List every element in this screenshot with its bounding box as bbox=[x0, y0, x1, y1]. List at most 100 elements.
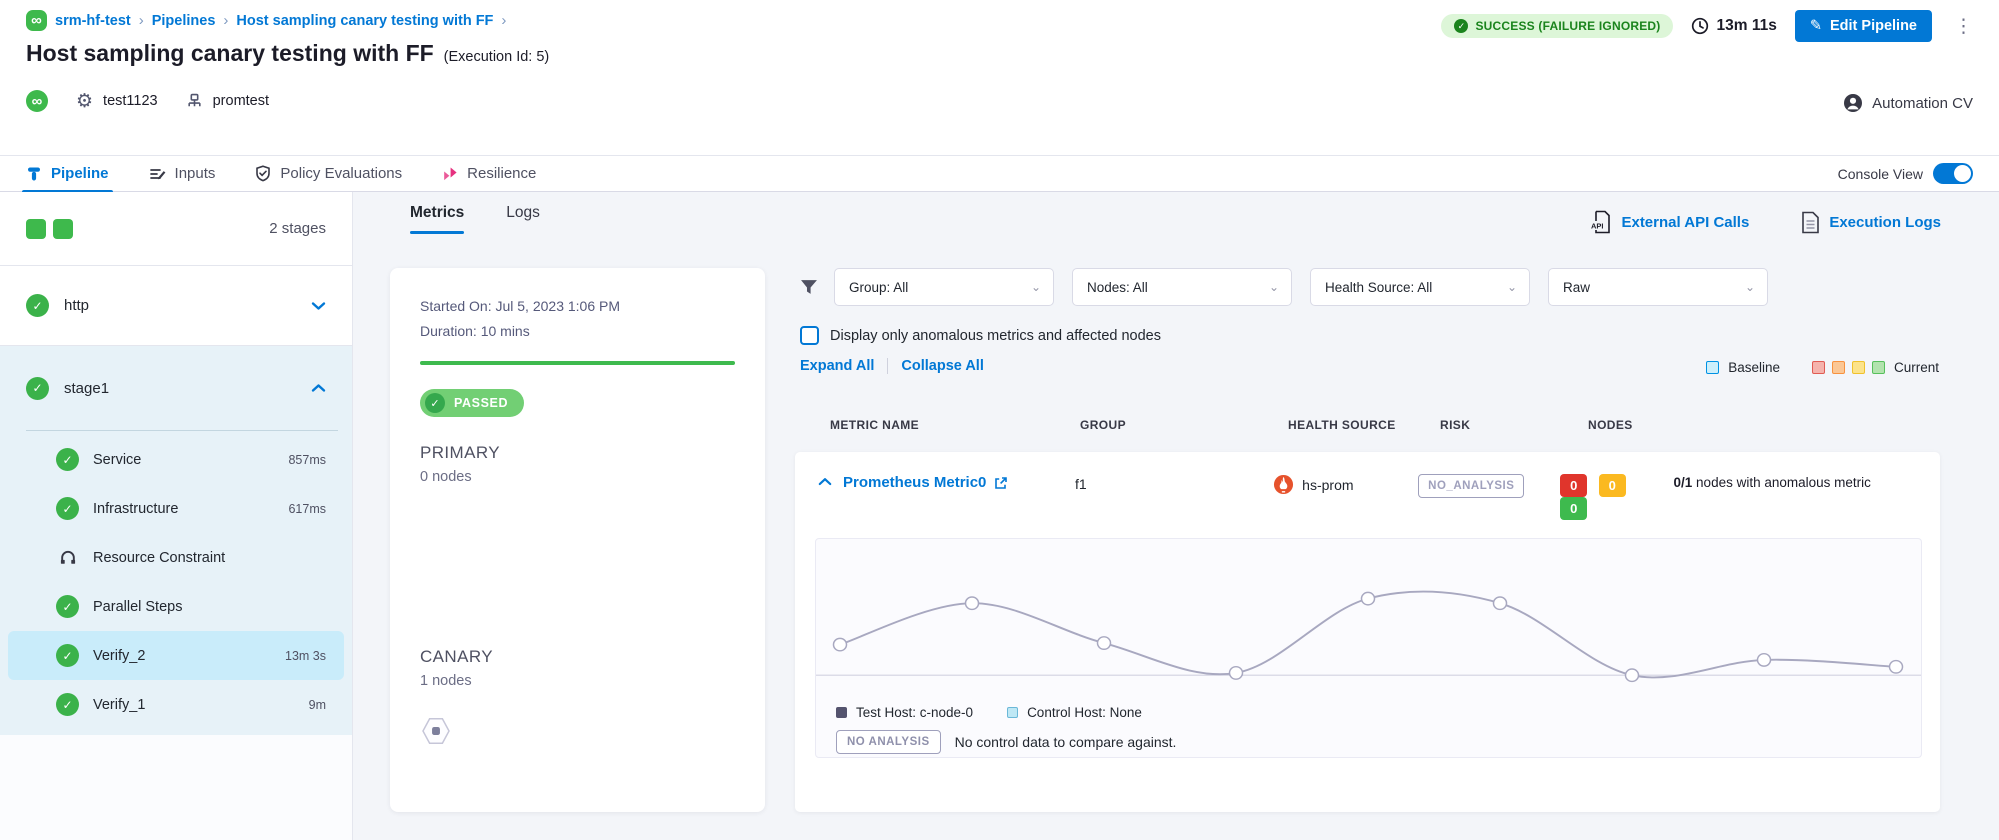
success-check-icon: ✓ bbox=[26, 294, 49, 317]
chart-color-legend: Baseline Current bbox=[1706, 360, 1939, 375]
success-check-icon: ✓ bbox=[56, 644, 79, 667]
verification-summary-card: Started On: Jul 5, 2023 1:06 PM Duration… bbox=[390, 268, 765, 812]
host-legend: Test Host: c-node-0 Control Host: None bbox=[816, 703, 1921, 720]
more-options-menu[interactable]: ⋮ bbox=[1950, 15, 1977, 38]
anomalous-only-checkbox[interactable] bbox=[800, 326, 819, 345]
view-mode-dropdown[interactable]: Raw ⌄ bbox=[1548, 268, 1768, 306]
tab-inputs[interactable]: Inputs bbox=[149, 156, 216, 192]
metric-filters: Group: All ⌄ Nodes: All ⌄ Health Source:… bbox=[800, 268, 1786, 306]
resilience-icon bbox=[442, 166, 458, 182]
step-label: Infrastructure bbox=[93, 501, 178, 517]
current-legend-label: Current bbox=[1894, 360, 1939, 375]
chevron-down-icon[interactable] bbox=[311, 301, 326, 311]
service-name[interactable]: test1123 bbox=[103, 93, 158, 109]
console-view-toggle[interactable] bbox=[1933, 163, 1973, 184]
canary-label: CANARY bbox=[420, 647, 735, 667]
svg-text:API: API bbox=[1591, 222, 1604, 231]
tab-resilience[interactable]: Resilience bbox=[442, 156, 536, 192]
view-mode-value: Raw bbox=[1563, 280, 1590, 295]
success-check-icon: ✓ bbox=[425, 393, 445, 413]
execution-id: (Execution Id: 5) bbox=[444, 49, 550, 65]
status-badge-label: SUCCESS (FAILURE IGNORED) bbox=[1475, 19, 1660, 33]
stage1-section: ✓ stage1 ✓ Service 857ms ✓ Infrastructur… bbox=[0, 346, 352, 735]
step-duration: 857ms bbox=[288, 453, 326, 467]
stages-summary: 2 stages bbox=[0, 192, 352, 266]
tab-pipeline-label: Pipeline bbox=[51, 165, 109, 182]
step-service[interactable]: ✓ Service 857ms bbox=[0, 435, 352, 484]
step-verify-2-selected[interactable]: ✓ Verify_2 13m 3s bbox=[8, 631, 344, 680]
canary-node-count: 1 nodes bbox=[420, 673, 735, 689]
tab-metrics[interactable]: Metrics bbox=[410, 204, 464, 234]
api-document-icon: API bbox=[1591, 210, 1612, 234]
control-host-legend: Control Host: None bbox=[1007, 705, 1142, 720]
breadcrumb-pipelines[interactable]: Pipelines bbox=[152, 13, 216, 29]
metric-risk: NO_ANALYSIS bbox=[1418, 474, 1560, 498]
expand-all-link[interactable]: Expand All bbox=[800, 358, 874, 374]
canary-block: CANARY 1 nodes bbox=[420, 647, 735, 752]
tab-logs[interactable]: Logs bbox=[506, 204, 540, 234]
metric-table-header: METRIC NAME GROUP HEALTH SOURCE RISK NOD… bbox=[795, 418, 1940, 432]
chevron-up-icon[interactable] bbox=[311, 383, 326, 393]
inputs-icon bbox=[149, 166, 166, 182]
status-badge: ✓ SUCCESS (FAILURE IGNORED) bbox=[1441, 14, 1673, 38]
shield-check-icon bbox=[255, 165, 271, 182]
breadcrumb-project[interactable]: srm-hf-test bbox=[55, 13, 131, 29]
canary-node-hexagon-icon[interactable] bbox=[420, 715, 452, 747]
harness-logo-icon: ∞ bbox=[26, 10, 47, 31]
health-source-filter-value: Health Source: All bbox=[1325, 280, 1432, 295]
pipeline-execution-page: ∞ srm-hf-test › Pipelines › Host samplin… bbox=[0, 0, 1999, 840]
baseline-legend-label: Baseline bbox=[1728, 360, 1780, 375]
step-infrastructure[interactable]: ✓ Infrastructure 617ms bbox=[0, 484, 352, 533]
started-on: Started On: Jul 5, 2023 1:06 PM bbox=[420, 298, 735, 314]
current-yellow-swatch bbox=[1852, 361, 1865, 374]
step-verify-1[interactable]: ✓ Verify_1 9m bbox=[0, 680, 352, 729]
health-source-filter-dropdown[interactable]: Health Source: All ⌄ bbox=[1310, 268, 1530, 306]
metric-analysis-card: Prometheus Metric0 f1 hs-prom NO_ANALYSI… bbox=[795, 452, 1940, 812]
execution-tabbar: Pipeline Inputs Policy Evaluations Resil… bbox=[0, 155, 1999, 192]
external-api-calls-link[interactable]: API External API Calls bbox=[1591, 210, 1749, 234]
tab-policy-evaluations[interactable]: Policy Evaluations bbox=[255, 156, 402, 192]
collapse-all-link[interactable]: Collapse All bbox=[901, 358, 983, 374]
test-host-label: Test Host: c-node-0 bbox=[856, 705, 973, 720]
external-link-icon bbox=[994, 476, 1008, 490]
edit-pipeline-button[interactable]: ✎ Edit Pipeline bbox=[1795, 10, 1932, 42]
col-group: GROUP bbox=[1080, 418, 1288, 432]
control-host-swatch bbox=[1007, 707, 1018, 718]
sidebar-stage-http[interactable]: ✓ http bbox=[0, 266, 352, 346]
breadcrumb-pipeline-name[interactable]: Host sampling canary testing with FF bbox=[236, 13, 493, 29]
environment-name[interactable]: promtest bbox=[213, 93, 269, 109]
group-filter-dropdown[interactable]: Group: All ⌄ bbox=[834, 268, 1054, 306]
prometheus-icon bbox=[1273, 474, 1294, 495]
tab-policy-evaluations-label: Policy Evaluations bbox=[280, 165, 402, 182]
breadcrumb-separator-icon: › bbox=[139, 12, 144, 29]
step-label: Parallel Steps bbox=[93, 599, 182, 615]
step-duration: 9m bbox=[309, 698, 326, 712]
metric-name-link[interactable]: Prometheus Metric0 bbox=[843, 474, 1075, 491]
green-node-count: 0 bbox=[1560, 497, 1587, 520]
success-check-icon: ✓ bbox=[56, 448, 79, 471]
metric-name-label: Prometheus Metric0 bbox=[843, 474, 986, 491]
nodes-summary-ratio: 0/1 bbox=[1674, 475, 1693, 490]
sidebar-stage-stage1[interactable]: ✓ stage1 bbox=[0, 346, 352, 430]
stage-label: http bbox=[64, 297, 89, 314]
metric-chart-panel: Test Host: c-node-0 Control Host: None N… bbox=[815, 538, 1922, 758]
service-meta-row: ∞ ⚙ test1123 promtest bbox=[26, 90, 269, 112]
logs-document-icon bbox=[1801, 211, 1820, 234]
collapse-metric-chevron-up-icon[interactable] bbox=[818, 477, 832, 486]
no-analysis-row: NO ANALYSIS No control data to compare a… bbox=[816, 720, 1921, 754]
step-parallel-steps[interactable]: ✓ Parallel Steps bbox=[0, 582, 352, 631]
metric-sparkline[interactable] bbox=[816, 545, 1921, 703]
control-host-label: Control Host: None bbox=[1027, 705, 1142, 720]
nodes-filter-dropdown[interactable]: Nodes: All ⌄ bbox=[1072, 268, 1292, 306]
execution-logs-link[interactable]: Execution Logs bbox=[1801, 211, 1941, 234]
no-analysis-text: No control data to compare against. bbox=[955, 734, 1177, 750]
col-nodes: NODES bbox=[1588, 418, 1633, 432]
tab-pipeline[interactable]: Pipeline bbox=[26, 156, 109, 192]
stage-count: 2 stages bbox=[269, 220, 326, 237]
anomalous-filter-row: Display only anomalous metrics and affec… bbox=[800, 326, 1161, 345]
triggered-by-name[interactable]: Automation CV bbox=[1872, 95, 1973, 112]
tab-logs-label: Logs bbox=[506, 204, 540, 221]
breadcrumb: ∞ srm-hf-test › Pipelines › Host samplin… bbox=[26, 10, 506, 31]
step-label: Verify_2 bbox=[93, 648, 145, 664]
step-resource-constraint[interactable]: Resource Constraint bbox=[0, 533, 352, 582]
